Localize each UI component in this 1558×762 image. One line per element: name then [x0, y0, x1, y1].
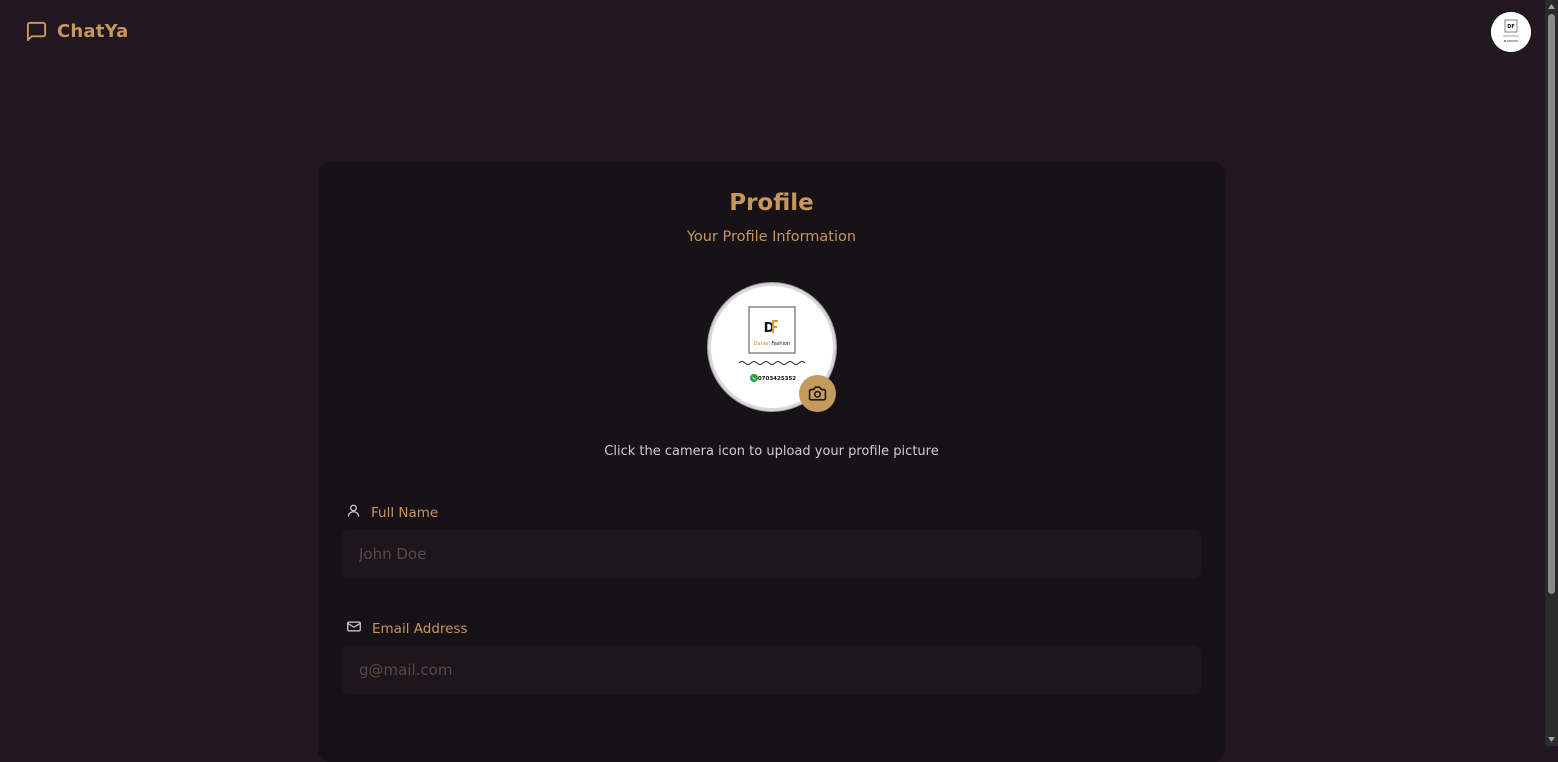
brand-name-text: Daniel Fashion	[754, 341, 790, 347]
user-avatar-image: DF	[1491, 12, 1531, 52]
email-input[interactable]	[342, 646, 1201, 694]
scroll-up-arrow-icon[interactable]	[1545, 0, 1558, 13]
svg-text:DF: DF	[1507, 24, 1515, 30]
scroll-down-arrow-icon[interactable]	[1545, 733, 1558, 746]
full-name-input[interactable]	[342, 530, 1201, 578]
profile-picture-section: D Daniel Fashion 0703425352	[708, 283, 836, 412]
mail-icon	[346, 619, 362, 638]
upload-photo-button[interactable]	[799, 375, 836, 412]
user-icon	[346, 503, 361, 522]
brand-phone-text: 0703425352	[758, 376, 796, 382]
email-label: Email Address	[346, 619, 468, 638]
app-brand[interactable]: ChatYa	[25, 20, 129, 43]
camera-icon	[808, 386, 827, 401]
message-square-icon	[25, 20, 48, 43]
page-title: Profile	[729, 190, 814, 216]
scrollbar-thumb[interactable]	[1548, 14, 1555, 594]
app-name: ChatYa	[57, 21, 129, 42]
profile-card: Profile Your Profile Information D Danie…	[318, 162, 1225, 762]
user-avatar-button[interactable]: DF	[1491, 12, 1531, 52]
top-navbar: ChatYa DF	[0, 0, 1545, 66]
full-name-label: Full Name	[346, 503, 438, 522]
email-label-text: Email Address	[372, 620, 468, 637]
full-name-label-text: Full Name	[371, 504, 439, 521]
upload-hint-text: Click the camera icon to upload your pro…	[604, 444, 939, 459]
page-subtitle: Your Profile Information	[686, 229, 857, 245]
vertical-scrollbar[interactable]	[1545, 0, 1558, 746]
